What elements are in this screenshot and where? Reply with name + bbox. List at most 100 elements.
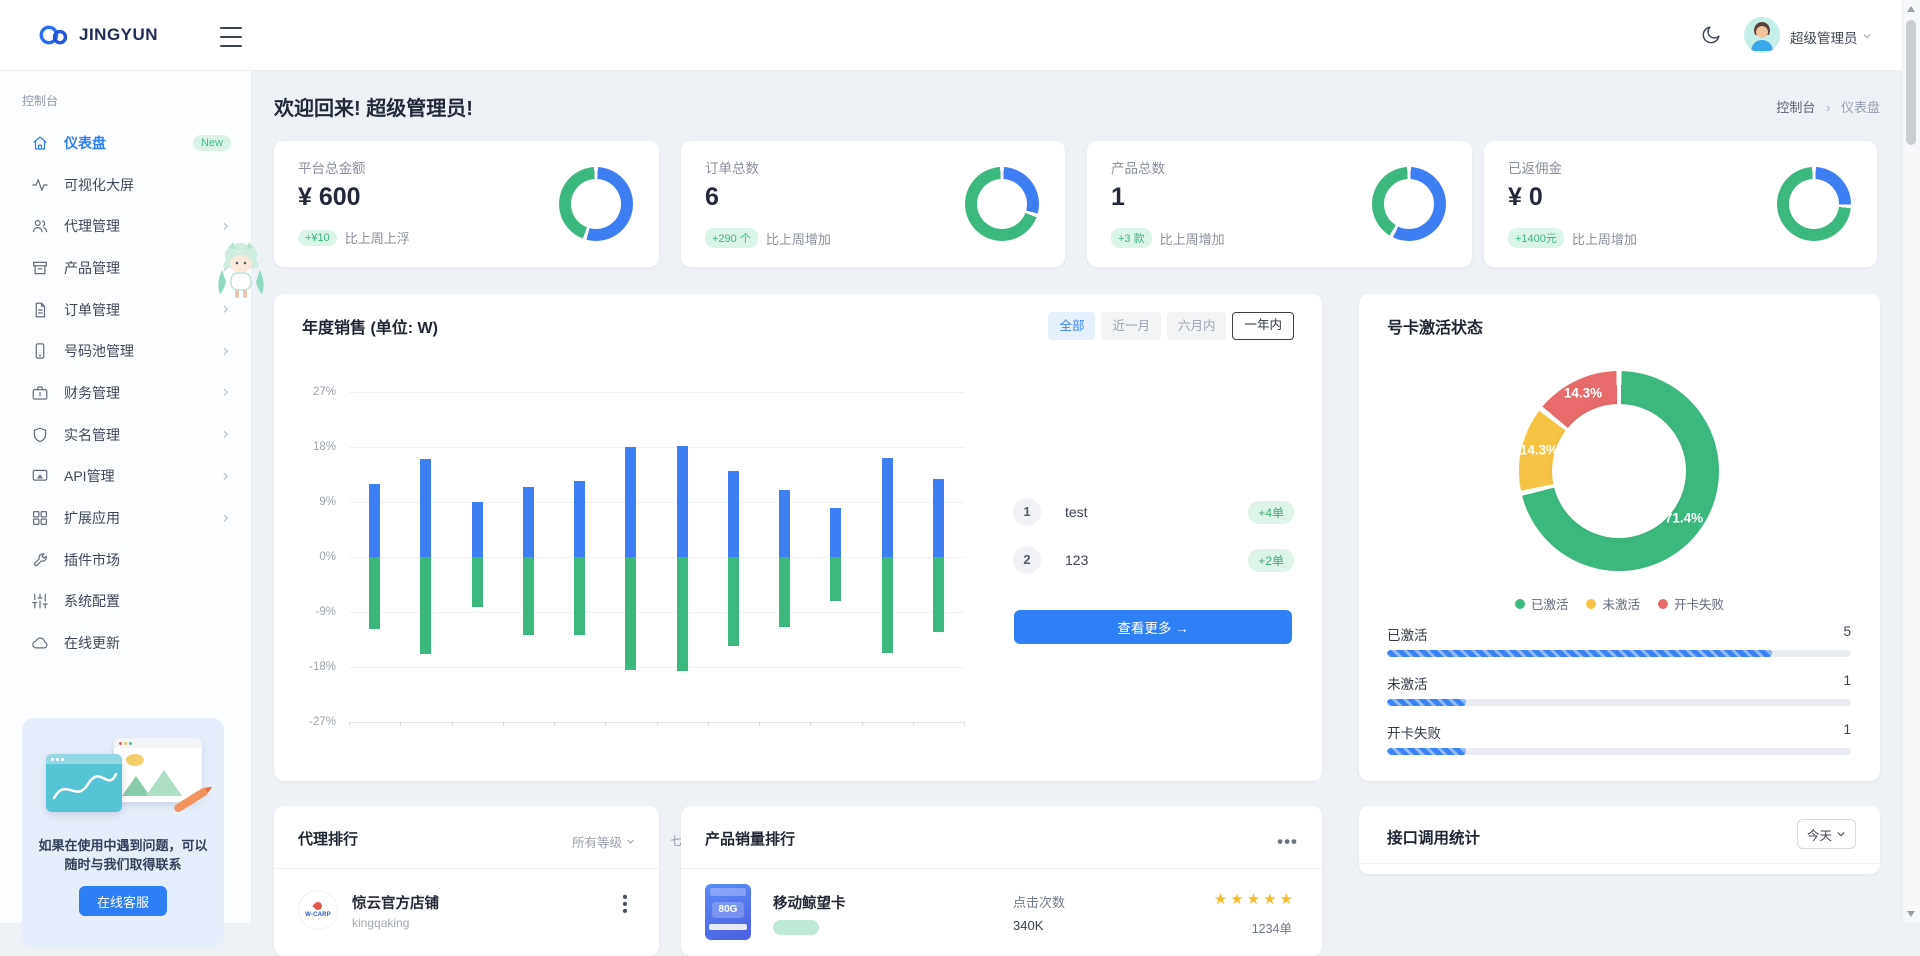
bar-up-十一月 [882,458,893,557]
sales-tab-4[interactable]: 一年内 [1232,312,1294,340]
help-illustration [22,732,224,828]
bar-up-八月 [728,471,739,557]
sidebar-item-11[interactable]: 插件市场 [0,539,251,581]
stat-donut-chart [559,167,633,241]
bar-up-十月 [830,508,841,557]
axis-tick [964,722,965,726]
progress-fill [1387,699,1466,706]
sidebar-item-12[interactable]: 系统配置 [0,581,251,623]
kebab-menu-icon[interactable]: ••• [615,894,635,915]
wrench-icon [31,551,49,569]
dark-mode-moon-icon[interactable] [1700,24,1722,46]
y-tick-label: -9% [316,606,336,618]
sidebar-item-7[interactable]: 财务管理 [0,372,251,414]
gridline [349,612,964,613]
mascot-character [212,240,270,306]
agent-shop-name: 惊云官方店铺 [352,892,439,913]
y-tick-label: 27% [313,386,336,398]
progress-value: 1 [1843,722,1851,737]
card-activation-status: 号卡激活状态 已激活未激活开卡失败 已激活5未激活1开卡失败1 71.4%14.… [1359,294,1880,781]
bar-up-十二月 [933,479,944,557]
phone-icon [31,342,49,360]
bar-down-八月 [728,557,739,646]
sidebar-item-8[interactable]: 实名管理 [0,414,251,456]
api-range-select[interactable]: 今天 [1797,819,1856,849]
stat-donut-chart [1372,167,1446,241]
bar-down-一月 [369,557,380,629]
user-name[interactable]: 超级管理员 [1790,27,1858,47]
agent-level-filter[interactable]: 所有等级 [572,832,635,851]
axis-tick [759,722,760,726]
progress-fill [1387,748,1466,755]
sidebar-item-9[interactable]: API管理 [0,456,251,498]
legend-item: 开卡失败 [1658,594,1724,613]
bar-up-四月 [523,487,534,557]
sidebar: 控制台 仪表盘New可视化大屏代理管理产品管理订单管理号码池管理财务管理实名管理… [0,70,252,923]
sidebar-item-6[interactable]: 号码池管理 [0,330,251,372]
sidebar-item-label: 仪表盘 [64,133,106,153]
breadcrumb-root[interactable]: 控制台 [1776,100,1815,115]
gridline [349,447,964,448]
legend-item: 未激活 [1586,594,1640,613]
page-scrollbar[interactable] [1902,0,1920,923]
scrollbar-thumb[interactable] [1906,20,1916,145]
user-avatar[interactable] [1744,17,1780,53]
sidebar-item-label: 扩展应用 [64,508,120,528]
progress-track [1387,699,1851,706]
pie-percent-label: 71.4% [1665,511,1703,526]
axis-tick [349,722,350,726]
chevron-down-icon [1836,829,1846,839]
stat-label: 已返佣金 [1508,157,1562,177]
clicks-value: 340K [1013,918,1043,933]
product-tag-badge [773,920,819,935]
order-count: 1234单 [1252,918,1292,937]
ranking-row-2: 2123+2单 [1013,546,1294,574]
rank-number: 1 [1013,498,1041,526]
sales-tab-3[interactable]: 六月内 [1167,312,1227,340]
axis-tick [400,722,401,726]
breadcrumb-separator: › [1826,100,1830,115]
progress-value: 1 [1843,673,1851,688]
trend-badge: +1400元 [1508,228,1564,248]
online-service-button[interactable]: 在线客服 [79,886,167,916]
view-more-button[interactable]: 查看更多 → [1014,610,1292,644]
rank-name: test [1065,504,1088,520]
sales-tab-1[interactable]: 全部 [1048,312,1095,340]
hamburger-icon[interactable] [220,25,242,49]
card-agent-ranking: 代理排行 所有等级 W-CARP 惊云官方店铺 kingqaking ••• [274,806,659,956]
bar-up-七月 [677,446,688,557]
sidebar-item-2[interactable]: 可视化大屏 [0,164,251,206]
sidebar-item-10[interactable]: 扩展应用 [0,497,251,539]
stat-label: 订单总数 [705,157,759,177]
legend-dot-icon [1515,599,1525,609]
bar-down-三月 [472,557,483,607]
progress-fill [1387,650,1772,657]
shield-icon [31,426,49,444]
chevron-right-icon [220,221,231,232]
agent-shop-logo: W-CARP [298,890,338,930]
product-name: 移动鲸望卡 [773,892,846,913]
progress-value: 5 [1843,624,1851,639]
stat-donut-chart [1777,167,1851,241]
scroll-down-arrow-icon[interactable] [1907,911,1915,917]
pie-percent-label: 14.3% [1520,443,1558,458]
axis-tick [708,722,709,726]
sidebar-item-label: 实名管理 [64,425,120,445]
sidebar-item-1[interactable]: 仪表盘New [0,122,251,164]
y-tick-label: 9% [319,496,336,508]
rank-trend-badge: +4单 [1248,501,1294,524]
progress-track [1387,650,1851,657]
ellipsis-menu-icon[interactable]: ••• [1277,832,1298,852]
activation-card-title: 号卡激活状态 [1387,314,1483,338]
axis-tick [605,722,606,726]
bar-down-九月 [779,557,790,627]
bar-up-五月 [574,481,585,557]
progress-label: 已激活 [1387,624,1428,644]
sales-tab-2[interactable]: 近一月 [1101,312,1161,340]
app-logo[interactable]: JINGYUN [37,22,158,48]
chevron-right-icon [220,471,231,482]
divider [274,868,659,869]
sidebar-item-13[interactable]: 在线更新 [0,622,251,664]
top-header: JINGYUN 超级管理员 [0,0,1920,71]
scroll-up-arrow-icon[interactable] [1907,6,1915,12]
